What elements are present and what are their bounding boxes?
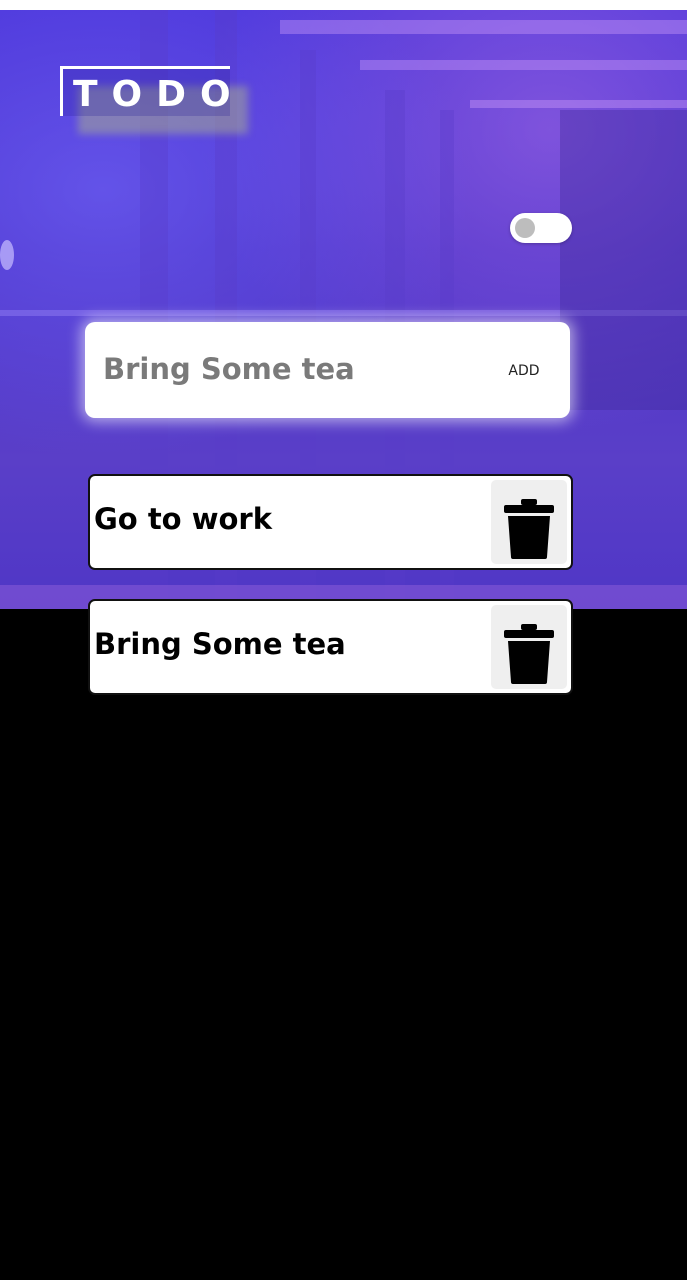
logo-text: TODO [73, 74, 245, 115]
todo-app-screen: TODO ADD Go to work Bring Some tea [0, 0, 687, 1280]
app-logo: TODO [60, 66, 245, 116]
toggle-knob [515, 218, 535, 238]
new-todo-input[interactable] [103, 344, 463, 394]
delete-button[interactable] [491, 605, 567, 689]
delete-button[interactable] [491, 480, 567, 564]
todo-item: Go to work [88, 474, 573, 570]
theme-toggle[interactable] [510, 213, 572, 243]
trash-icon [504, 624, 554, 684]
todo-item: Bring Some tea [88, 599, 573, 695]
add-button[interactable]: ADD [497, 358, 551, 384]
new-todo-card: ADD [85, 322, 570, 418]
todo-text: Bring Some tea [94, 627, 346, 661]
trash-icon [504, 499, 554, 559]
todo-text: Go to work [94, 502, 273, 536]
